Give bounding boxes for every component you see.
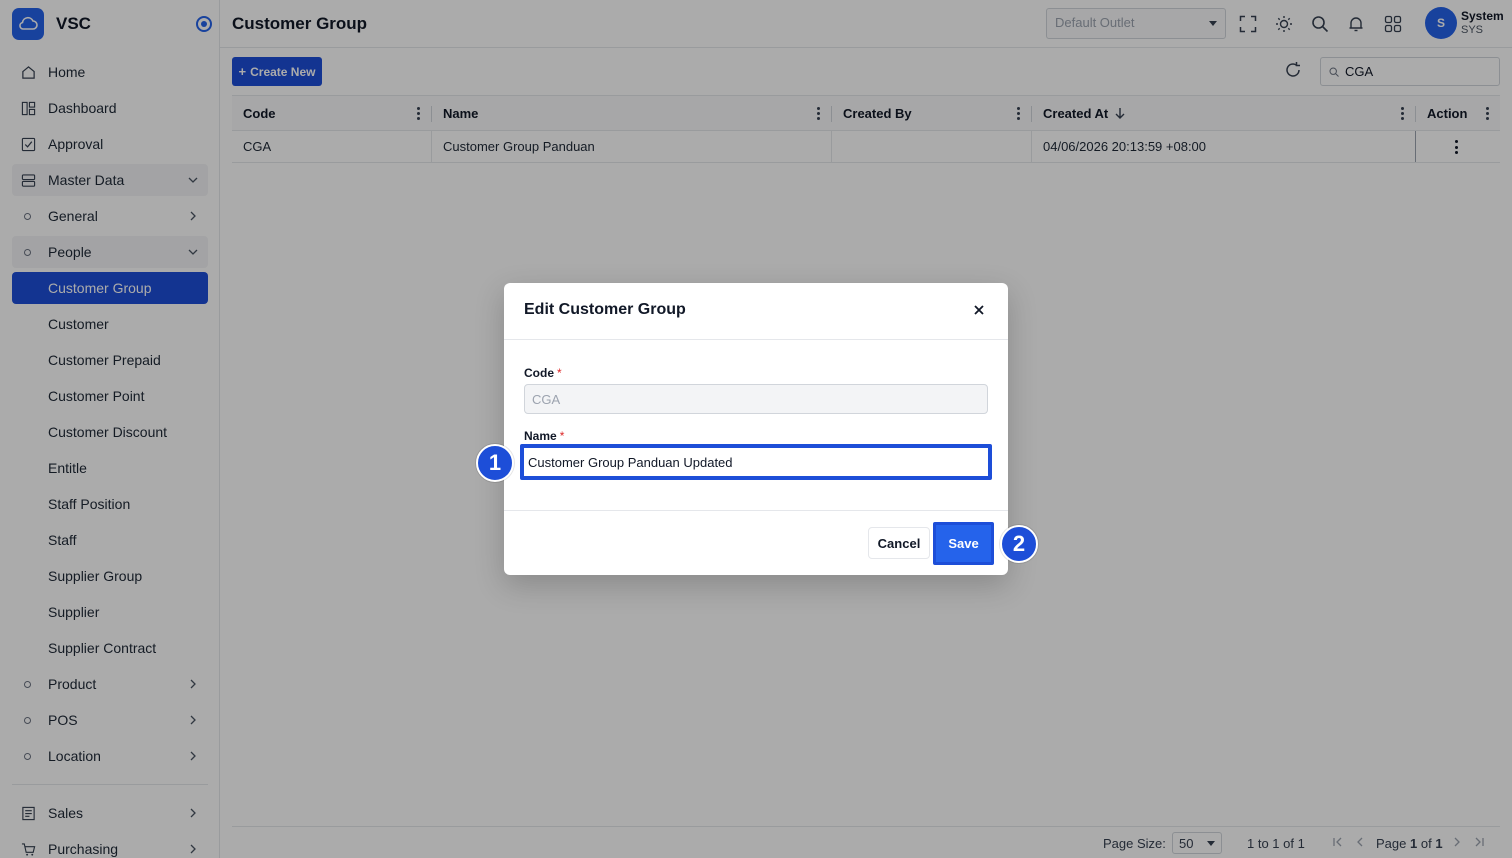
required-mark: * xyxy=(557,366,562,380)
name-label-text: Name xyxy=(524,429,557,443)
edit-customer-group-dialog: Edit Customer Group Code* Name* Cancel S… xyxy=(504,283,1008,575)
required-mark: * xyxy=(559,429,565,443)
step-marker-2: 2 xyxy=(1000,525,1038,563)
step-marker-1: 1 xyxy=(476,444,514,482)
dialog-divider xyxy=(504,339,1008,340)
name-field[interactable] xyxy=(520,444,992,480)
dialog-title: Edit Customer Group xyxy=(524,301,686,318)
name-label: Name * xyxy=(524,429,564,443)
code-label-text: Code xyxy=(524,366,554,380)
dialog-divider xyxy=(504,510,1008,511)
close-icon[interactable] xyxy=(972,303,986,317)
code-field[interactable] xyxy=(524,384,988,414)
cancel-button[interactable]: Cancel xyxy=(868,527,930,559)
save-button[interactable]: Save xyxy=(933,522,994,565)
code-label: Code * xyxy=(524,366,562,380)
